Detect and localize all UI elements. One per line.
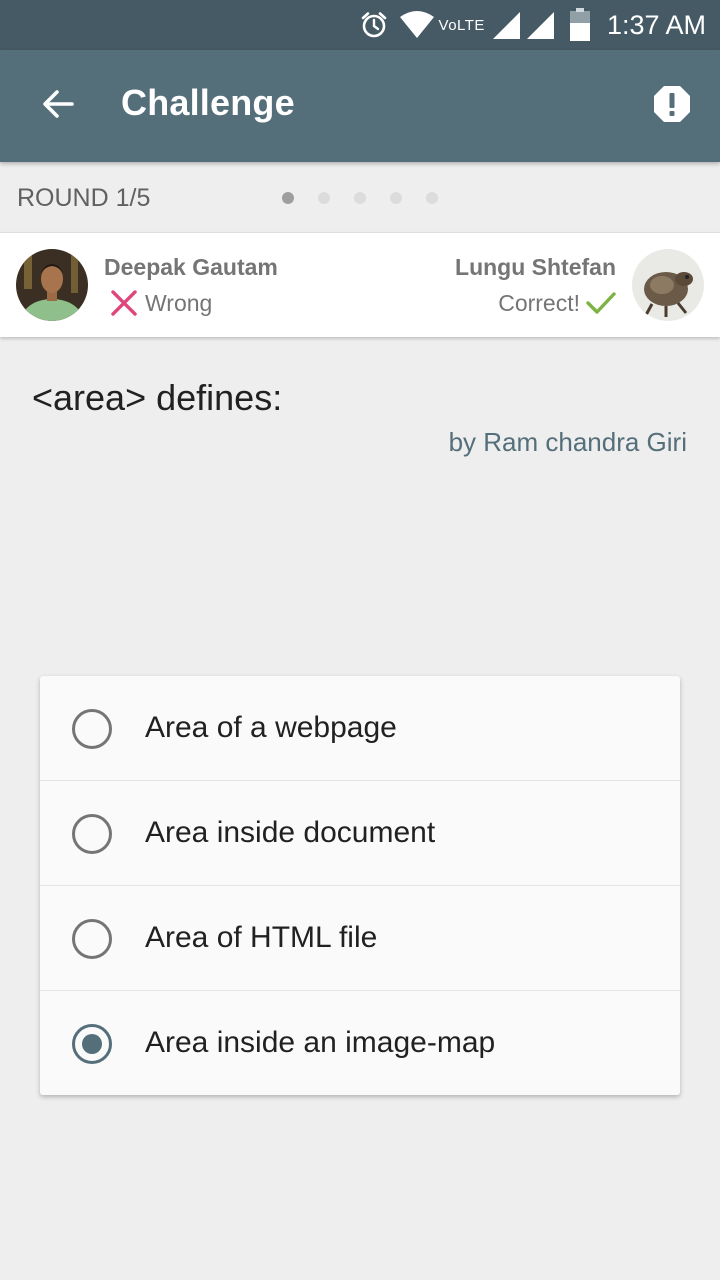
- radio-button[interactable]: [72, 919, 112, 959]
- answer-label: Area of a webpage: [145, 711, 397, 744]
- radio-button[interactable]: [72, 709, 112, 749]
- radio-button-selected[interactable]: [72, 1024, 112, 1064]
- round-dot: [426, 192, 438, 204]
- player-left-result: Wrong: [110, 289, 212, 317]
- player-right-result: Correct!: [498, 289, 616, 317]
- signal-icon: [525, 10, 555, 40]
- question-author: by Ram chandra Giri: [448, 427, 687, 457]
- radio-button[interactable]: [72, 814, 112, 854]
- answer-option[interactable]: Area of HTML file: [40, 886, 680, 991]
- alarm-icon: [359, 10, 389, 40]
- volte-label: VoLTE: [438, 16, 485, 34]
- player-right-name: Lungu Shtefan: [455, 254, 616, 280]
- round-label: ROUND 1/5: [17, 184, 151, 212]
- round-dot: [354, 192, 366, 204]
- answer-option[interactable]: Area inside document: [40, 781, 680, 886]
- signal-icon: [491, 10, 521, 40]
- answer-label: Area inside an image-map: [145, 1026, 496, 1059]
- player-left-name: Deepak Gautam: [104, 254, 278, 280]
- answer-list: Area of a webpage Area inside document A…: [40, 676, 680, 1095]
- players-card: Deepak Gautam Wrong Lungu Shtefan Correc…: [0, 232, 720, 337]
- answer-option[interactable]: Area of a webpage: [40, 676, 680, 781]
- answer-option[interactable]: Area inside an image-map: [40, 991, 680, 1095]
- alert-icon: [652, 84, 692, 129]
- battery-icon: [569, 8, 591, 42]
- report-button[interactable]: [650, 84, 694, 128]
- app-bar: Challenge: [0, 50, 720, 162]
- page-title: Challenge: [121, 82, 295, 123]
- radio-dot: [82, 1034, 102, 1054]
- question-text: <area> defines:: [32, 377, 283, 418]
- status-bar: VoLTE 1:37 AM: [0, 0, 720, 50]
- player-left-result-label: Wrong: [145, 289, 213, 316]
- answer-label: Area inside document: [145, 816, 436, 849]
- round-dot: [282, 192, 294, 204]
- cross-icon: [110, 289, 138, 317]
- answer-label: Area of HTML file: [145, 921, 378, 954]
- back-button[interactable]: [30, 78, 86, 134]
- round-dot: [318, 192, 330, 204]
- avatar[interactable]: [632, 249, 704, 321]
- avatar[interactable]: [16, 249, 88, 321]
- check-icon: [586, 289, 616, 317]
- arrow-back-icon: [40, 86, 76, 127]
- wifi-icon: [399, 11, 435, 39]
- player-right-result-label: Correct!: [498, 289, 580, 316]
- clock: 1:37 AM: [606, 9, 706, 40]
- round-dot: [390, 192, 402, 204]
